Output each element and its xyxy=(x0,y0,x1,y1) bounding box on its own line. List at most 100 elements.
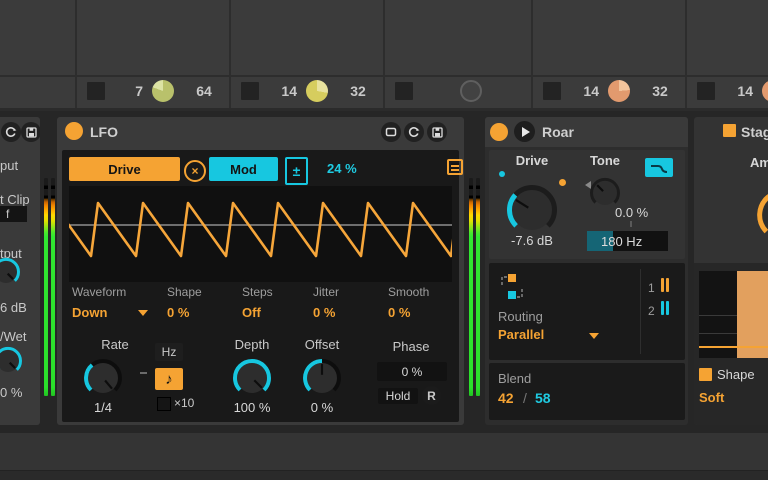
tone-value[interactable]: 0.0 % xyxy=(615,205,648,220)
meter-bar-right xyxy=(476,178,480,396)
meter-bar-right xyxy=(51,178,55,396)
shape-value[interactable]: 0 % xyxy=(167,305,189,320)
hot-swap-icon[interactable] xyxy=(404,122,424,142)
sync-note-button[interactable]: ♪ xyxy=(155,368,183,390)
stage1-bar xyxy=(661,278,664,292)
map-target-button[interactable]: Drive xyxy=(69,157,180,181)
amount-knob[interactable] xyxy=(755,187,768,248)
mod-indicator-dot xyxy=(499,171,505,177)
shape-label: Shape xyxy=(717,367,755,382)
clip-position-value: 14 xyxy=(713,83,753,99)
clip-progress-pie xyxy=(152,80,174,102)
shape-label: Shape xyxy=(167,285,202,299)
dry-wet-knob[interactable] xyxy=(0,345,24,382)
lfo-device: LFO Drive × Mod ± 24 % Waveform Shape St… xyxy=(57,117,464,425)
clip-position-value: 7 xyxy=(103,83,143,99)
meter-bar-left xyxy=(44,178,48,396)
steps-value[interactable]: Off xyxy=(242,305,261,320)
track-status-cell: 14 xyxy=(687,77,768,108)
stage-section: Stage Amount Shape Soft xyxy=(694,117,768,425)
clip-stop-button[interactable] xyxy=(395,82,413,100)
depth-knob[interactable] xyxy=(231,357,273,404)
track-status-cell xyxy=(385,77,531,108)
hold-button[interactable]: Hold xyxy=(378,388,418,404)
clip-length-value: 32 xyxy=(637,83,683,99)
clip-length-value: 32 xyxy=(335,83,381,99)
blend-separator: / xyxy=(523,390,527,406)
waveform-value[interactable]: Down xyxy=(72,305,107,320)
roar-device: Roar Drive -7.6 dB Tone 0.0 % 180 Hz xyxy=(485,117,688,425)
routing-section: Routing Parallel 1 2 xyxy=(489,263,685,360)
rate-knob[interactable] xyxy=(82,357,124,404)
x10-checkbox[interactable] xyxy=(157,397,171,411)
filter-freq-slider[interactable]: 180 Hz xyxy=(587,231,668,251)
stage1-bar xyxy=(666,278,669,292)
retrigger-button[interactable]: R xyxy=(422,386,441,405)
shaper-display xyxy=(699,271,768,358)
frame-icon[interactable] xyxy=(381,122,401,142)
ableton-live-screen: 7 64 14 32 14 32 14 xyxy=(0,0,768,480)
mapping-list-icon[interactable] xyxy=(447,159,463,175)
blend-value-a[interactable]: 42 xyxy=(498,390,514,406)
rate-value[interactable]: 1/4 xyxy=(73,400,133,415)
blend-value-b[interactable]: 58 xyxy=(535,390,551,406)
clip-progress-pie xyxy=(306,80,328,102)
unmap-icon[interactable]: × xyxy=(184,160,206,182)
device-chain-scrollbar[interactable] xyxy=(0,433,768,470)
device-activator[interactable] xyxy=(65,122,83,140)
clip-progress-pie xyxy=(608,80,630,102)
track-status-cell xyxy=(0,77,75,108)
bipolar-toggle[interactable]: ± xyxy=(285,157,308,185)
chevron-down-icon[interactable] xyxy=(589,333,599,339)
waveform-label: Waveform xyxy=(72,285,126,299)
blend-section: Blend 42 / 58 xyxy=(489,363,685,420)
output-gain-knob[interactable] xyxy=(0,256,22,293)
meter-bar-left xyxy=(469,178,473,396)
stage2-bar xyxy=(661,301,664,315)
depth-value[interactable]: 100 % xyxy=(222,400,282,415)
soft-clip-value[interactable]: f xyxy=(0,206,27,222)
blend-label: Blend xyxy=(498,371,531,386)
phase-value[interactable]: 0 % xyxy=(377,362,447,381)
routing-value[interactable]: Parallel xyxy=(498,327,544,342)
drive-value[interactable]: -7.6 dB xyxy=(499,233,565,248)
mod-amount-value[interactable]: 24 % xyxy=(327,161,357,176)
drive-label: Drive xyxy=(507,153,557,168)
amount-label: Amount xyxy=(750,155,768,170)
tone-tick xyxy=(630,221,632,227)
mod-depth-dash xyxy=(140,372,147,374)
offset-knob[interactable] xyxy=(301,357,343,404)
offset-value[interactable]: 0 % xyxy=(292,400,352,415)
stage-title: Stage xyxy=(741,124,768,140)
routing-label: Routing xyxy=(498,309,543,324)
soft-clip-label-fragment: t Clip xyxy=(0,192,30,207)
chevron-down-icon[interactable] xyxy=(138,310,148,316)
smooth-value[interactable]: 0 % xyxy=(388,305,410,320)
device-activator[interactable] xyxy=(490,123,508,141)
mod-mode-button[interactable]: Mod xyxy=(209,157,278,181)
play-icon[interactable] xyxy=(514,121,535,142)
phase-label: Phase xyxy=(381,339,441,354)
shape-value[interactable]: Soft xyxy=(699,390,724,405)
device-title: LFO xyxy=(90,124,118,140)
filter-freq-value: 180 Hz xyxy=(601,234,642,249)
lfo-waveform-display xyxy=(69,186,452,282)
dry-wet-value[interactable]: 0 % xyxy=(0,385,22,400)
left-device-partial: put t Clip f tput 6 dB /Wet 0 % xyxy=(0,117,40,425)
clip-position-value: 14 xyxy=(257,83,297,99)
hz-mode-button[interactable]: Hz xyxy=(155,343,183,361)
filter-lowpass-icon[interactable] xyxy=(645,158,673,177)
save-preset-icon[interactable] xyxy=(427,122,447,142)
jitter-value[interactable]: 0 % xyxy=(313,305,335,320)
steps-label: Steps xyxy=(242,285,273,299)
clip-length-value: 64 xyxy=(181,83,227,99)
session-bottom-edge xyxy=(0,108,768,111)
shape-type-icon[interactable] xyxy=(699,368,712,381)
stage-tab-icon[interactable] xyxy=(723,124,736,137)
output-label-fragment: put xyxy=(0,158,18,173)
hot-swap-icon[interactable] xyxy=(1,122,21,142)
output-gain-value[interactable]: 6 dB xyxy=(0,300,27,315)
stage2-number: 2 xyxy=(648,304,655,318)
save-preset-icon[interactable] xyxy=(21,122,40,142)
clip-position-value: 14 xyxy=(559,83,599,99)
